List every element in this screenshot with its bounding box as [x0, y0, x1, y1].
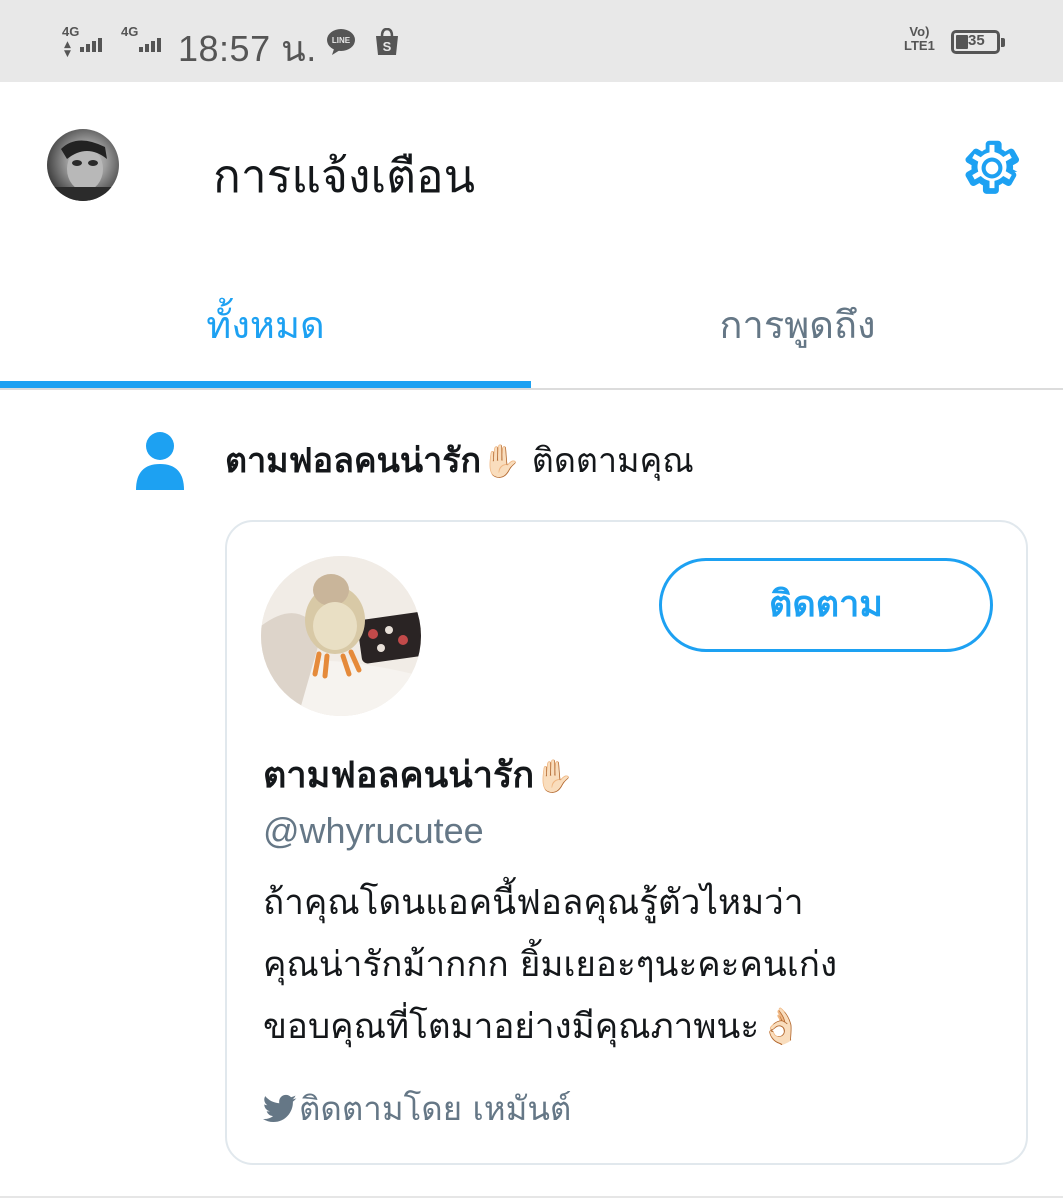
twitter-bird-icon: [263, 1094, 297, 1122]
battery-icon: 35: [951, 30, 1005, 54]
notification-text[interactable]: ตามฟอลคนน่ารัก✋🏻 ติดตามคุณ: [225, 433, 694, 487]
user-card-handle[interactable]: @whyrucutee: [263, 810, 484, 852]
user-card-bio: ถ้าคุณโดนแอคนี้ฟอลคุณรู้ตัวไหมว่า คุณน่า…: [263, 872, 1003, 1058]
tab-mentions[interactable]: การพูดถึง: [532, 290, 1063, 388]
followed-by[interactable]: ติดตามโดย เหมันต์: [263, 1082, 571, 1135]
signal-icon: 4G ▲ ▼: [62, 24, 110, 59]
person-icon: [136, 432, 184, 490]
profile-avatar[interactable]: [47, 129, 119, 201]
network-type-1: 4G: [62, 24, 80, 39]
volte-icon: Vo) LTE1: [904, 24, 935, 53]
status-time: 18:57 น.: [178, 28, 317, 69]
hand-emoji: ✋🏻: [481, 442, 521, 480]
list-divider: [0, 1196, 1063, 1198]
shopee-app-icon: S: [376, 28, 398, 55]
line-app-icon: LINE: [327, 29, 355, 55]
tab-mentions-label: การพูดถึง: [719, 303, 876, 347]
user-card-avatar[interactable]: [261, 556, 421, 716]
svg-text:LINE: LINE: [332, 36, 351, 45]
gear-icon[interactable]: [959, 135, 1025, 201]
svg-text:S: S: [383, 39, 392, 54]
bio-line: ถ้าคุณโดนแอคนี้ฟอลคุณรู้ตัวไหมว่า: [263, 883, 804, 923]
user-card[interactable]: ติดตาม ตามฟอลคนน่ารัก✋🏻 @whyrucutee ถ้าค…: [225, 520, 1028, 1165]
bio-line: ขอบคุณที่โตมาอย่างมีคุณภาพนะ👌🏻: [263, 1007, 803, 1047]
notification-action: ติดตามคุณ: [531, 441, 694, 481]
status-bar: 4G ▲ ▼ 4G 18:57 น. LINE S Vo) LTE1 35: [0, 0, 1063, 82]
network-type-2: 4G: [121, 24, 139, 39]
notification-actor-name[interactable]: ตามฟอลคนน่ารัก: [225, 441, 481, 481]
followed-by-text: ติดตามโดย เหมันต์: [299, 1089, 572, 1128]
bio-line: คุณน่ารักม้ากกก ยิ้มเยอะๆนะคะคนเก่ง: [263, 945, 838, 985]
tab-all-label: ทั้งหมด: [206, 303, 325, 347]
battery-level: 35: [968, 32, 985, 49]
page-title: การแจ้งเตือน: [213, 149, 476, 203]
signal-icon: 4G: [121, 24, 169, 56]
tab-divider: [0, 388, 1063, 390]
follow-button[interactable]: ติดตาม: [659, 558, 993, 652]
user-card-name[interactable]: ตามฟอลคนน่ารัก✋🏻: [263, 746, 574, 803]
tab-all[interactable]: ทั้งหมด: [0, 290, 531, 388]
hand-emoji: ✋🏻: [534, 757, 574, 795]
